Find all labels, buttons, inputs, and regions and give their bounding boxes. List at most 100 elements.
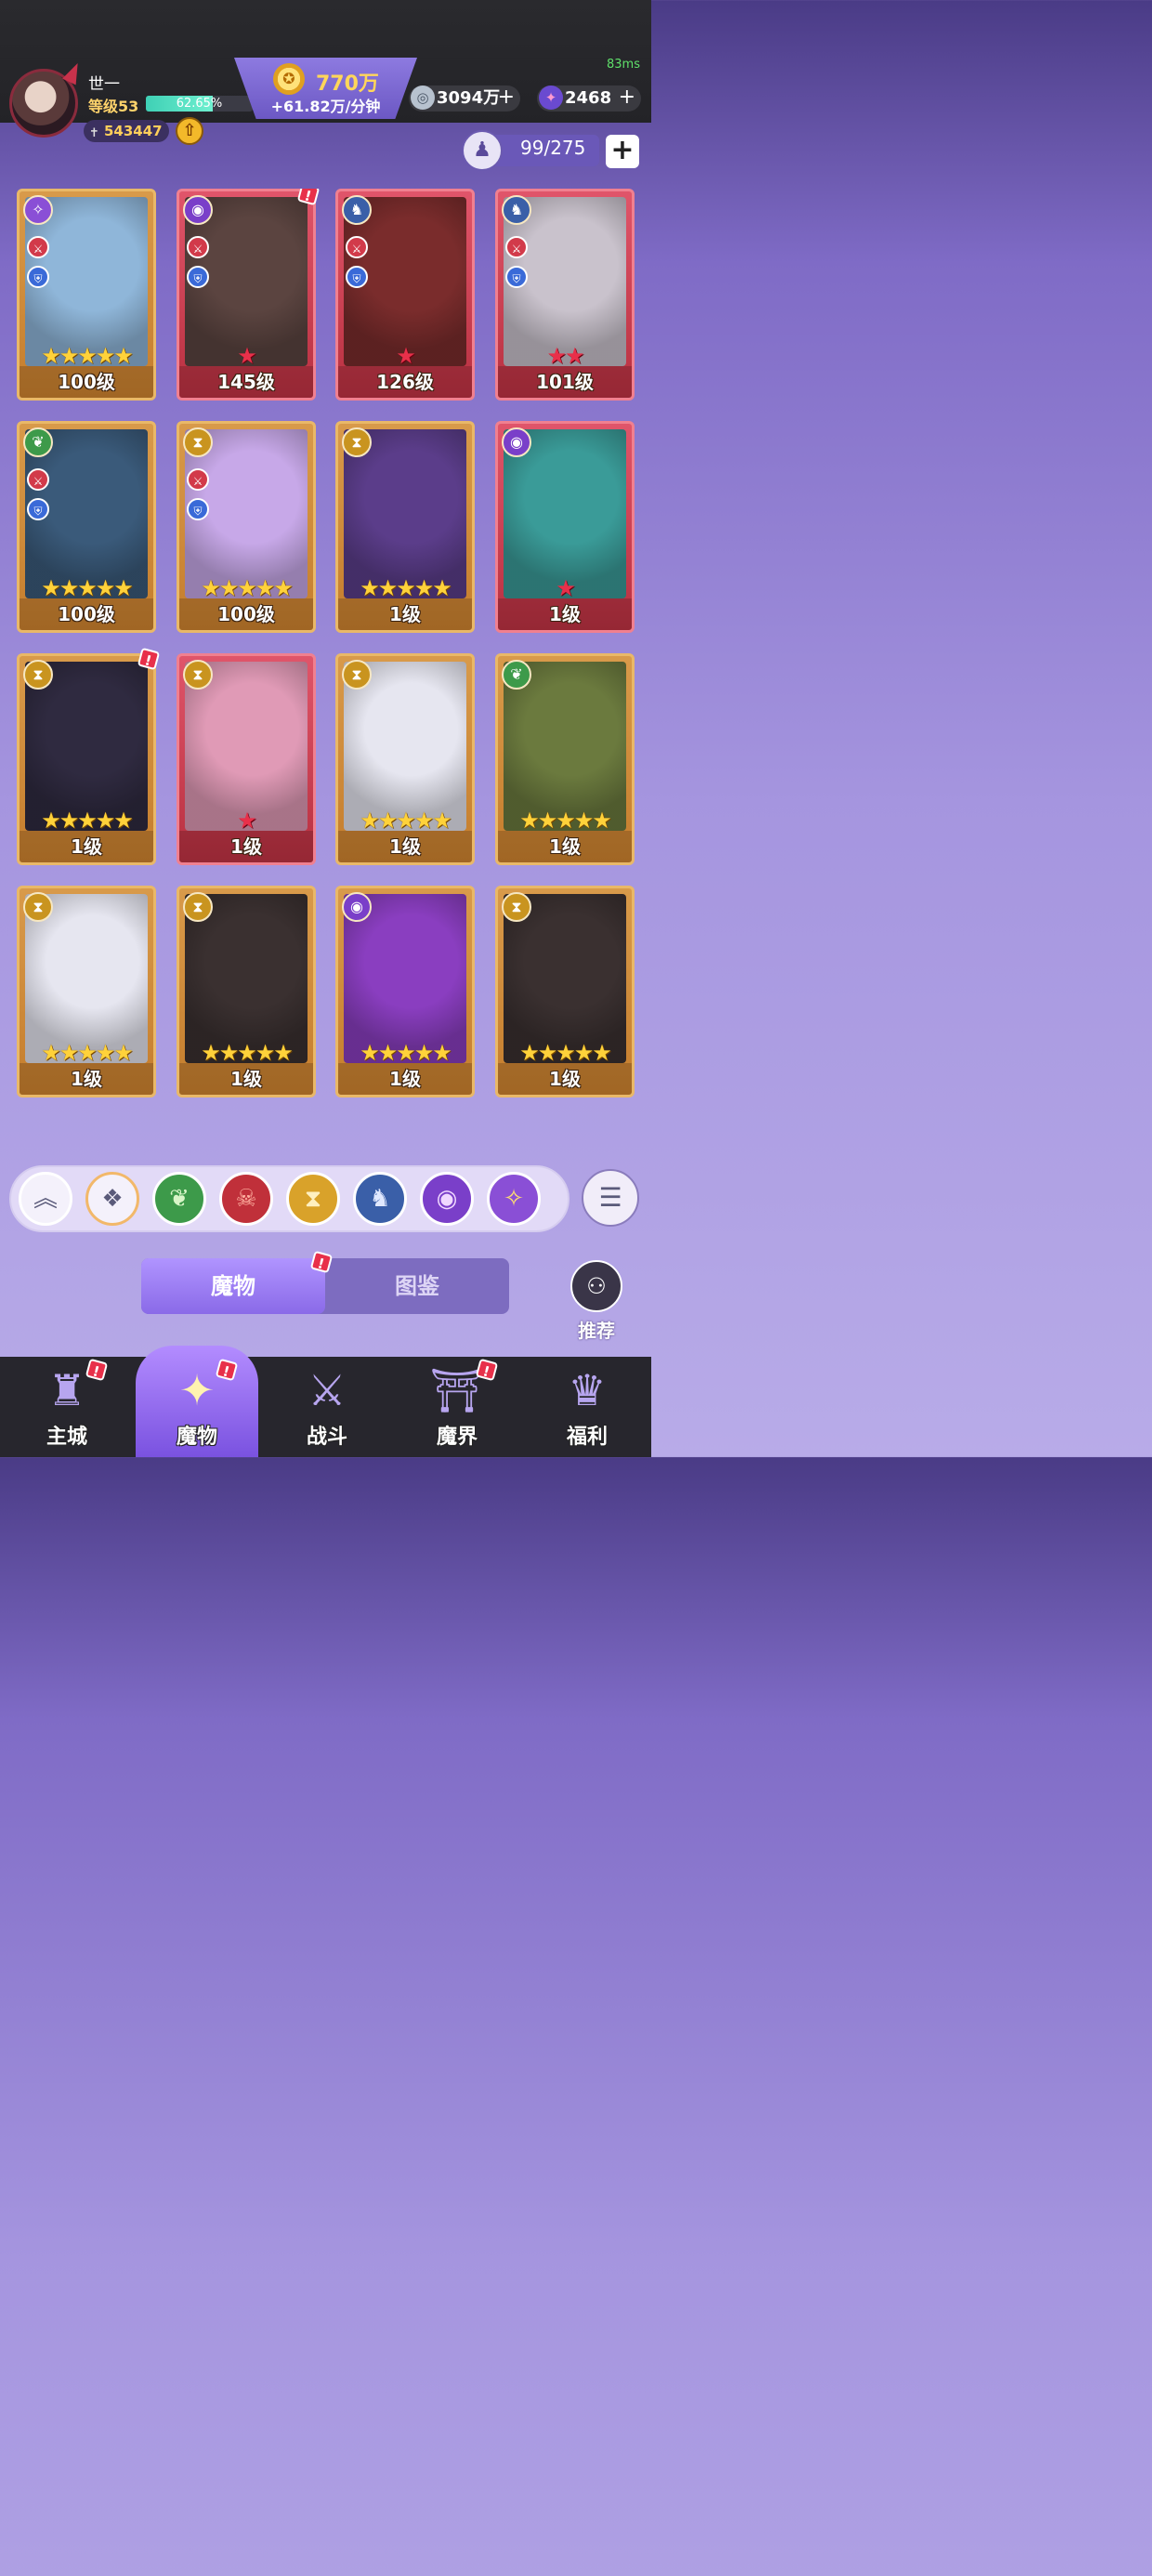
star-icon: ★ xyxy=(413,575,434,601)
nav-item[interactable]: ✦ 魔物! xyxy=(132,1353,262,1457)
star-rating: ★★★★★ xyxy=(498,808,632,833)
star-icon: ★ xyxy=(113,1040,133,1066)
ping-indicator: 83ms xyxy=(607,58,640,72)
monster-level: 1级 xyxy=(71,835,102,858)
star-icon: ★ xyxy=(218,1040,239,1066)
star-icon: ★ xyxy=(77,808,97,834)
star-icon: ★ xyxy=(95,808,115,834)
sort-button[interactable]: ☰ xyxy=(582,1169,639,1227)
nav-item[interactable]: ⛩ 魔界! xyxy=(392,1353,522,1457)
star-icon: ★ xyxy=(396,343,415,369)
monster-level: 145级 xyxy=(217,371,275,393)
monster-level: 1级 xyxy=(71,1068,102,1090)
avatar[interactable] xyxy=(9,59,85,138)
defense-slot-icon: ⛨ xyxy=(187,266,209,288)
tab-codex[interactable]: 图鉴 xyxy=(325,1258,509,1314)
hourglass-element-icon: ⧗ xyxy=(183,892,213,922)
star-icon: ★ xyxy=(573,1040,594,1066)
nav-item[interactable]: ♛ 福利 xyxy=(522,1353,652,1457)
star-rating: ★★★★★ xyxy=(20,344,153,368)
nav-label: 战斗 xyxy=(306,1426,347,1449)
recommend-button[interactable]: ⚇ xyxy=(570,1260,622,1312)
star-icon: ★ xyxy=(413,808,434,834)
filter-hourglass-button[interactable]: ⧗ xyxy=(286,1172,340,1226)
monster-card[interactable]: ◉ ⚔ ⛨ ★ 145级 xyxy=(177,189,316,401)
monster-card[interactable]: ♞ ⚔ ⛨ ★ 126级 xyxy=(335,189,475,401)
hourglass-element-icon: ⧗ xyxy=(502,892,531,922)
monster-card[interactable]: ◉ ★★★★★ 1级 xyxy=(335,886,475,1097)
defense-slot-icon: ⛨ xyxy=(505,266,528,288)
expand-capacity-button[interactable]: + xyxy=(606,135,639,168)
star-icon: ★ xyxy=(59,1040,79,1066)
gold-coin-icon: ✪ xyxy=(273,63,305,95)
monster-card[interactable]: ♞ ⚔ ⛨ ★★ 101级 xyxy=(495,189,635,401)
eye-element-icon: ◉ xyxy=(342,892,372,922)
monster-card[interactable]: ⧗ ★★★★★ 1级 xyxy=(17,886,156,1097)
filter-collapse-button[interactable]: ︽ xyxy=(19,1172,72,1226)
filter-dragon-button[interactable]: ♞ xyxy=(353,1172,407,1226)
dragon-icon: ♞ xyxy=(369,1185,391,1213)
star-rating: ★★★★★ xyxy=(338,576,472,600)
monster-level: 1级 xyxy=(389,835,421,858)
currency-gem[interactable]: ✦ 2468 + xyxy=(537,85,641,112)
eye-element-icon: ◉ xyxy=(502,427,531,457)
hourglass-element-icon: ⧗ xyxy=(342,660,372,690)
star-rating: ★★★★★ xyxy=(498,1041,632,1065)
monster-card[interactable]: ✧ ⚔ ⛨ ★★★★★ 100级 xyxy=(17,189,156,401)
capacity-text: 99/275 xyxy=(520,137,586,159)
collapse-icon: ︽ xyxy=(33,1185,58,1213)
star-icon: ★ xyxy=(519,1040,539,1066)
nav-label: 魔界 xyxy=(436,1426,478,1449)
leaf-icon: ❦ xyxy=(169,1185,190,1213)
hourglass-element-icon: ⧗ xyxy=(183,660,213,690)
star-icon: ★ xyxy=(95,575,115,601)
currency-silver[interactable]: ◎ 3094万 + xyxy=(409,85,520,112)
monster-card[interactable]: ⧗ ★★★★★ 1级 xyxy=(335,421,475,633)
star-icon: ★ xyxy=(77,1040,97,1066)
monster-level: 126级 xyxy=(376,371,434,393)
nav-item[interactable]: ⚔ 战斗 xyxy=(262,1353,392,1457)
star-rating: ★ xyxy=(338,344,472,368)
hourglass-element-icon: ⧗ xyxy=(23,660,53,690)
monster-card[interactable]: ❦ ⚔ ⛨ ★★★★★ 100级 xyxy=(17,421,156,633)
attack-slot-icon: ⚔ xyxy=(187,468,209,491)
star-rating: ★★★★★ xyxy=(179,576,313,600)
star-icon: ★ xyxy=(237,1040,256,1066)
recommend-label: 推荐 xyxy=(578,1320,615,1342)
filter-demon-button[interactable]: ☠ xyxy=(219,1172,273,1226)
add-gem-button[interactable]: + xyxy=(619,85,635,110)
star-icon: ★ xyxy=(273,575,293,601)
star-icon: ★ xyxy=(537,1040,557,1066)
nav-2-icon: ⚔ xyxy=(308,1365,347,1415)
monster-card[interactable]: ⧗ ★★★★★ 1级 xyxy=(177,886,316,1097)
monster-card[interactable]: ◉ ★ 1级 xyxy=(495,421,635,633)
filter-all-button[interactable]: ❖ xyxy=(85,1172,139,1226)
dragon-element-icon: ♞ xyxy=(342,195,372,225)
star-icon: ★ xyxy=(556,575,575,601)
filter-eye-button[interactable]: ◉ xyxy=(420,1172,474,1226)
attack-slot-icon: ⚔ xyxy=(346,236,368,258)
monster-card[interactable]: ❦ ★★★★★ 1级 xyxy=(495,653,635,865)
eye-icon: ◉ xyxy=(436,1185,458,1213)
monster-card[interactable]: ⧗ ★★★★★ 1级 xyxy=(495,886,635,1097)
monster-level: 1级 xyxy=(230,835,262,858)
star-icon: ★ xyxy=(113,808,133,834)
monster-card[interactable]: ⧗ ★★★★★ 1级 xyxy=(17,653,156,865)
nav-item[interactable]: ♜ 主城! xyxy=(2,1353,132,1457)
monster-card[interactable]: ⧗ ★★★★★ 1级 xyxy=(335,653,475,865)
filter-leaf-button[interactable]: ❦ xyxy=(152,1172,206,1226)
tab-monsters[interactable]: 魔物 xyxy=(141,1258,325,1314)
monster-card[interactable]: ⧗ ★ 1级 xyxy=(177,653,316,865)
star-icon: ★ xyxy=(113,575,133,601)
player-level: 等级53 xyxy=(88,98,139,115)
monster-card[interactable]: ⧗ ⚔ ⛨ ★★★★★ 100级 xyxy=(177,421,316,633)
hourglass-element-icon: ⧗ xyxy=(183,427,213,457)
add-silver-button[interactable]: + xyxy=(498,85,515,110)
gold-amount: 770万 xyxy=(316,72,379,96)
filter-fairy-button[interactable]: ✧ xyxy=(487,1172,541,1226)
hourglass-element-icon: ⧗ xyxy=(23,892,53,922)
star-icon: ★ xyxy=(377,808,398,834)
star-rating: ★★★★★ xyxy=(179,1041,313,1065)
star-icon: ★ xyxy=(95,343,115,369)
power-up-button[interactable]: ⇧ xyxy=(176,117,203,145)
